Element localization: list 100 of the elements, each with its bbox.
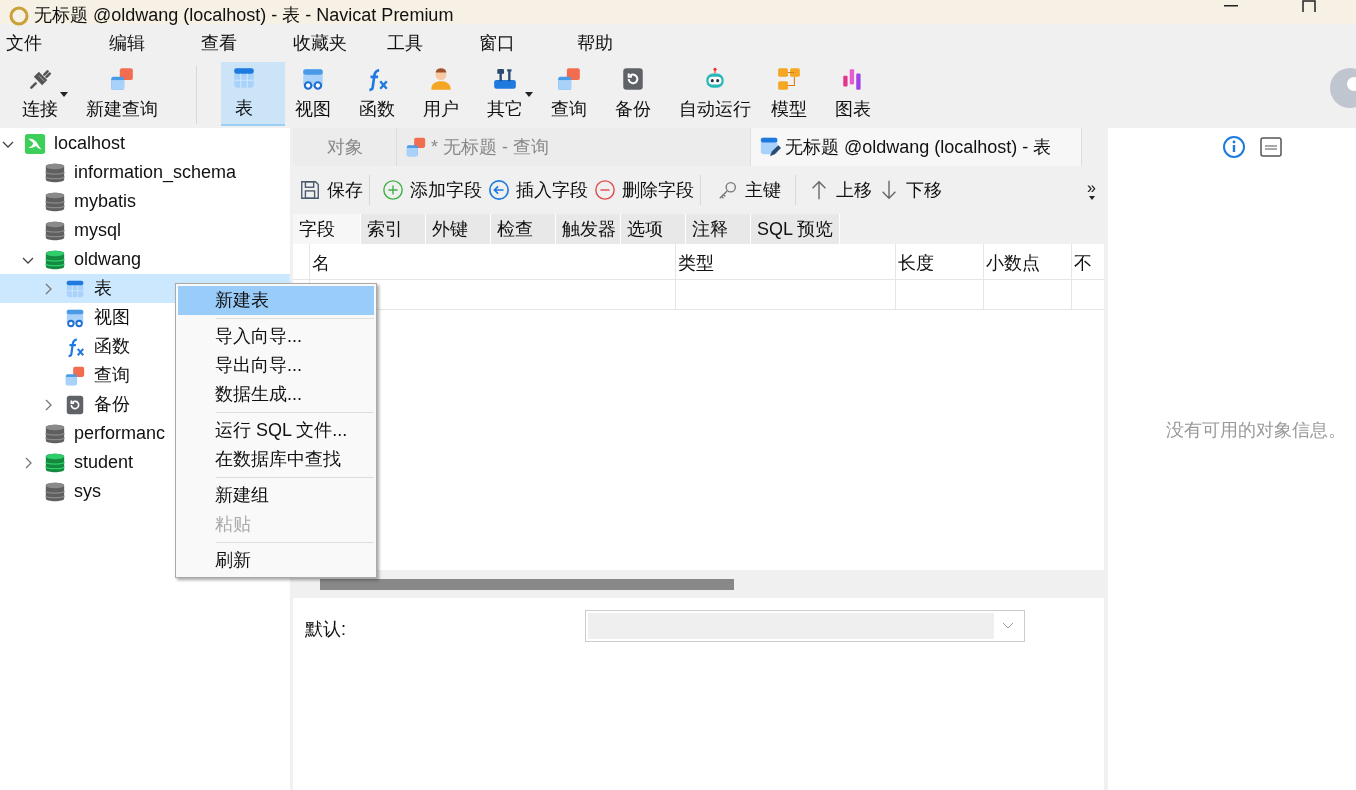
database-icon	[44, 480, 66, 503]
tree-label: 函数	[94, 335, 130, 358]
database-icon	[44, 248, 66, 271]
add-icon	[382, 179, 404, 201]
editor-tab[interactable]: 无标题 @oldwang (localhost) - 表	[751, 128, 1083, 166]
query-icon	[64, 364, 86, 387]
column-header[interactable]: 长度	[895, 244, 983, 279]
tree-item[interactable]: localhost	[0, 129, 290, 158]
query-icon	[109, 65, 135, 92]
toolbar-button[interactable]: 其它	[477, 62, 541, 126]
empty-message: 没有可用的对象信息。	[1166, 418, 1346, 442]
column-header[interactable]: 类型	[675, 244, 895, 279]
toolbar-button[interactable]: 用户	[413, 62, 477, 126]
sub-tab[interactable]: 字段	[293, 214, 361, 244]
overflow-button[interactable]: »	[1087, 180, 1096, 196]
toolbar-button[interactable]: 自动运行	[669, 62, 761, 126]
backup-icon	[620, 65, 646, 92]
app-icon	[8, 4, 30, 27]
tree-item[interactable]: oldwang	[0, 245, 290, 274]
column-header[interactable]: 小数点	[983, 244, 1071, 279]
toolbar-button[interactable]: 查询	[541, 62, 605, 126]
database-icon	[44, 451, 66, 474]
menu-item[interactable]: 运行 SQL 文件...	[178, 416, 374, 445]
toolbar-button[interactable]: 图表	[825, 62, 889, 126]
table-edit-icon	[759, 136, 781, 158]
sub-tab[interactable]: 外键	[426, 214, 491, 244]
toolbar-button[interactable]: 模型	[761, 62, 825, 126]
toolbar-button[interactable]: 保存	[299, 176, 363, 204]
database-icon	[44, 161, 66, 184]
toolbar-button[interactable]: 下移	[878, 176, 942, 204]
toolbar-button[interactable]: 插入字段	[488, 176, 588, 204]
toolbar-button[interactable]: 备份	[605, 62, 669, 126]
sub-tab[interactable]: 索引	[361, 214, 426, 244]
tree-item[interactable]: information_schema	[0, 158, 290, 187]
backup-icon	[64, 393, 86, 416]
dropdown-arrow-icon[interactable]	[1088, 196, 1095, 200]
menu-item[interactable]: 文件	[0, 29, 48, 57]
menu-item[interactable]: 收藏夹	[287, 29, 353, 57]
menu-item[interactable]: 帮助	[571, 29, 619, 57]
menu-item[interactable]: 刷新	[178, 546, 374, 575]
minimize-icon[interactable]	[1224, 5, 1238, 7]
sub-tab[interactable]: 检查	[491, 214, 556, 244]
column-header[interactable]: 不	[1071, 244, 1101, 279]
tree-label: mysql	[74, 219, 121, 242]
user-icon	[428, 65, 454, 92]
toolbar-button[interactable]: 上移	[808, 176, 872, 204]
sub-tab[interactable]: 选项	[621, 214, 686, 244]
menu-item[interactable]: 工具	[381, 29, 429, 57]
sub-tab[interactable]: 触发器	[556, 214, 621, 244]
server-icon	[24, 132, 46, 155]
tree-label: 视图	[94, 306, 130, 329]
dropdown-arrow-icon[interactable]	[525, 92, 533, 97]
toolbar-button[interactable]: 视图	[285, 62, 349, 126]
save-icon	[299, 179, 321, 201]
tree-label: oldwang	[74, 248, 142, 271]
document-icon[interactable]	[1260, 137, 1282, 157]
key-icon	[717, 179, 739, 201]
menu-item[interactable]: 在数据库中查找	[178, 445, 374, 474]
dropdown-arrow-icon[interactable]	[60, 92, 68, 97]
field-label: 默认:	[305, 618, 347, 641]
model-icon	[776, 65, 802, 92]
menu-item[interactable]: 编辑	[103, 29, 151, 57]
menu-item[interactable]: 新建组	[178, 481, 374, 510]
toolbar-button[interactable]: 函数	[349, 62, 413, 126]
menu-item[interactable]: 导出向导...	[178, 351, 374, 380]
insert-icon	[488, 179, 510, 201]
info-icon[interactable]	[1222, 135, 1246, 159]
sub-tab[interactable]: 注释	[686, 214, 751, 244]
tree-label: 查询	[94, 364, 130, 387]
maximize-icon[interactable]	[1302, 0, 1316, 12]
tree-item[interactable]: mybatis	[0, 187, 290, 216]
database-icon	[44, 219, 66, 242]
tree-item[interactable]: mysql	[0, 216, 290, 245]
scrollbar-thumb[interactable]	[320, 578, 734, 590]
toolbar-button[interactable]: 删除字段	[594, 176, 694, 204]
window-title: 无标题 @oldwang (localhost) - 表 - Navicat Premium	[34, 4, 454, 27]
tree-label: localhost	[54, 132, 126, 155]
menu-item[interactable]: 窗口	[473, 29, 521, 57]
query-icon	[556, 65, 582, 92]
database-icon	[44, 422, 66, 445]
tree-label: student	[74, 451, 134, 474]
sub-tab[interactable]: SQL 预览	[751, 214, 841, 244]
query-icon	[405, 136, 427, 158]
toolbar-button[interactable]: 添加字段	[382, 176, 482, 204]
tree-label: information_schema	[74, 161, 237, 185]
tree-label: mybatis	[74, 190, 136, 213]
tree-label: 表	[94, 277, 112, 300]
toolbar-button[interactable]: 新建查询	[76, 62, 168, 126]
menu-item[interactable]: 数据生成...	[178, 380, 374, 409]
column-header[interactable]: 名	[309, 244, 675, 279]
toolbar-button[interactable]: 表	[221, 62, 285, 126]
tree-label: 备份	[94, 393, 130, 416]
database-icon	[44, 190, 66, 213]
tree-label: performanc	[74, 422, 166, 445]
tree-label: sys	[74, 480, 101, 503]
toolbar-button[interactable]: 主键	[717, 176, 781, 204]
menu-item[interactable]: 新建表	[178, 286, 374, 315]
toolbar-button[interactable]: 连接	[12, 62, 76, 126]
menu-item[interactable]: 查看	[195, 29, 243, 57]
menu-item[interactable]: 导入向导...	[178, 322, 374, 351]
